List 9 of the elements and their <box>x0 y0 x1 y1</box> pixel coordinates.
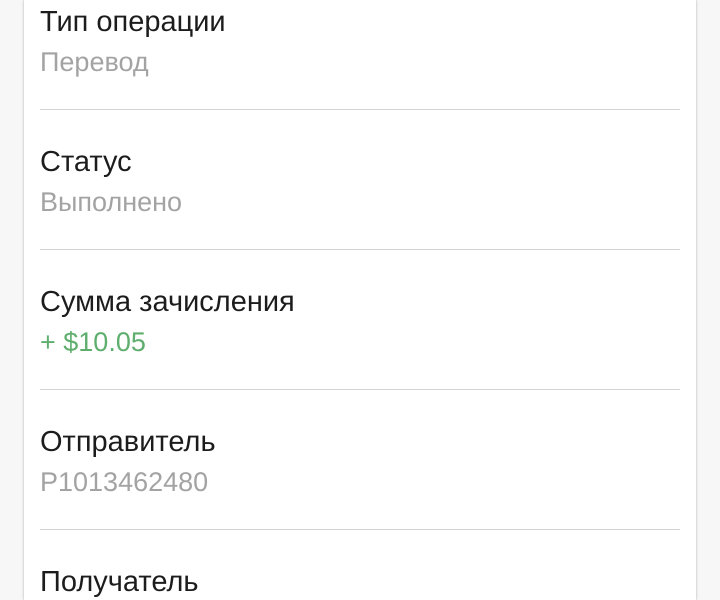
field-label: Отправитель <box>40 425 216 460</box>
field-label: Статус <box>40 145 132 180</box>
field-label: Тип операции <box>40 5 226 40</box>
field-label: Получатель <box>40 565 199 600</box>
field-value: Перевод <box>40 46 149 79</box>
field-label: Сумма зачисления <box>40 285 295 320</box>
amount-value: + $10.05 <box>40 326 146 359</box>
field-value: P1013462480 <box>40 466 208 499</box>
field-value: Выполнено <box>40 186 182 219</box>
